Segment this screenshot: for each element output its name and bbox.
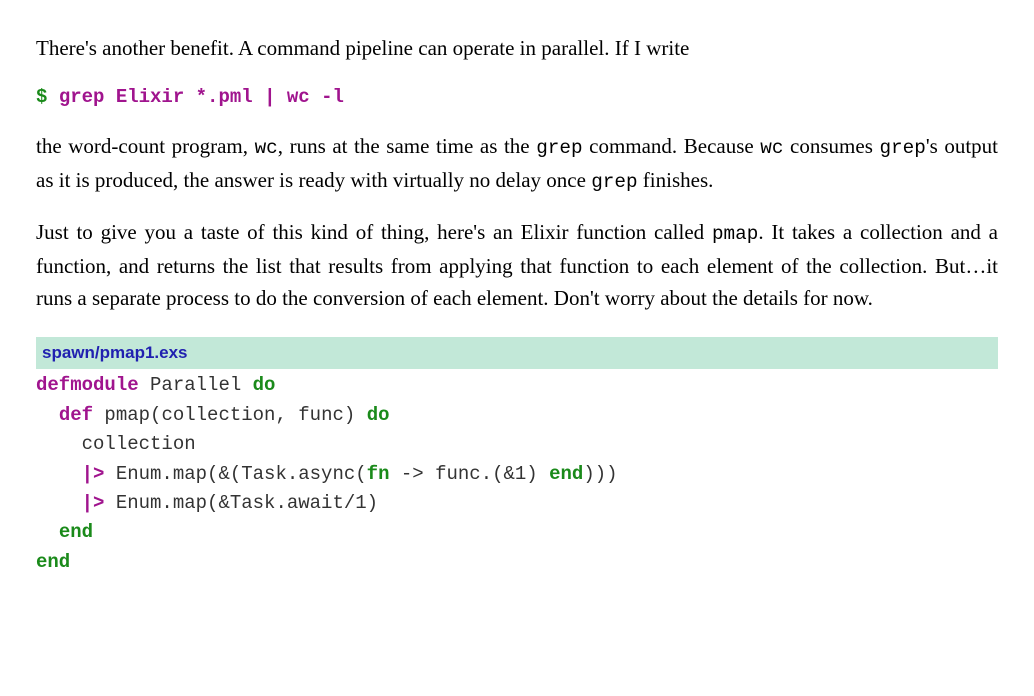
code-line-6: end	[36, 518, 998, 547]
paragraph-3: Just to give you a taste of this kind of…	[36, 216, 998, 315]
text: command. Because	[583, 134, 761, 158]
indent	[36, 404, 59, 426]
inline-code-grep: grep	[591, 171, 637, 193]
shell-prompt: $	[36, 86, 47, 108]
indent	[36, 492, 82, 514]
code-text: -> func.(&1)	[389, 463, 549, 485]
shell-token-wc: wc	[287, 86, 310, 108]
keyword-defmodule: defmodule	[36, 374, 139, 396]
indent	[36, 463, 82, 485]
code-line-2: def pmap(collection, func) do	[36, 401, 998, 430]
shell-token-pattern: Elixir	[116, 86, 184, 108]
code-text: collection	[36, 433, 196, 455]
text: Just to give you a taste of this kind of…	[36, 220, 712, 244]
paragraph-1: There's another benefit. A command pipel…	[36, 32, 998, 65]
code-text: Enum.map(&(Task.async(	[104, 463, 366, 485]
inline-code-grep: grep	[879, 137, 925, 159]
module-name: Parallel	[139, 374, 253, 396]
text: the word-count program,	[36, 134, 255, 158]
keyword-do: do	[367, 404, 390, 426]
shell-command-line: $ grep Elixir *.pml | wc -l	[36, 83, 998, 112]
inline-code-wc: wc	[760, 137, 783, 159]
shell-token-grep: grep	[59, 86, 105, 108]
shell-token-glob: *.pml	[196, 86, 253, 108]
text: , runs at the same time as the	[278, 134, 536, 158]
shell-token-flag: -l	[321, 86, 344, 108]
code-text: Enum.map(&Task.await/1)	[104, 492, 378, 514]
code-line-4: |> Enum.map(&(Task.async(fn -> func.(&1)…	[36, 460, 998, 489]
code-file-header[interactable]: spawn/pmap1.exs	[36, 337, 998, 369]
keyword-end: end	[59, 521, 93, 543]
inline-code-pmap: pmap	[712, 223, 758, 245]
pipe-operator: |>	[82, 492, 105, 514]
text: consumes	[783, 134, 879, 158]
keyword-end: end	[36, 551, 70, 573]
code-line-1: defmodule Parallel do	[36, 371, 998, 400]
function-signature: pmap(collection, func)	[93, 404, 367, 426]
inline-code-grep: grep	[536, 137, 582, 159]
indent	[36, 521, 59, 543]
keyword-end: end	[549, 463, 583, 485]
keyword-do: do	[253, 374, 276, 396]
keyword-fn: fn	[367, 463, 390, 485]
paragraph-2: the word-count program, wc, runs at the …	[36, 130, 998, 198]
code-line-3: collection	[36, 430, 998, 459]
code-text: )))	[583, 463, 617, 485]
code-line-7: end	[36, 548, 998, 577]
code-line-5: |> Enum.map(&Task.await/1)	[36, 489, 998, 518]
code-block: defmodule Parallel do def pmap(collectio…	[36, 371, 998, 577]
pipe-operator: |>	[82, 463, 105, 485]
text: finishes.	[638, 168, 714, 192]
shell-token-pipe: |	[264, 86, 275, 108]
keyword-def: def	[59, 404, 93, 426]
inline-code-wc: wc	[255, 137, 278, 159]
